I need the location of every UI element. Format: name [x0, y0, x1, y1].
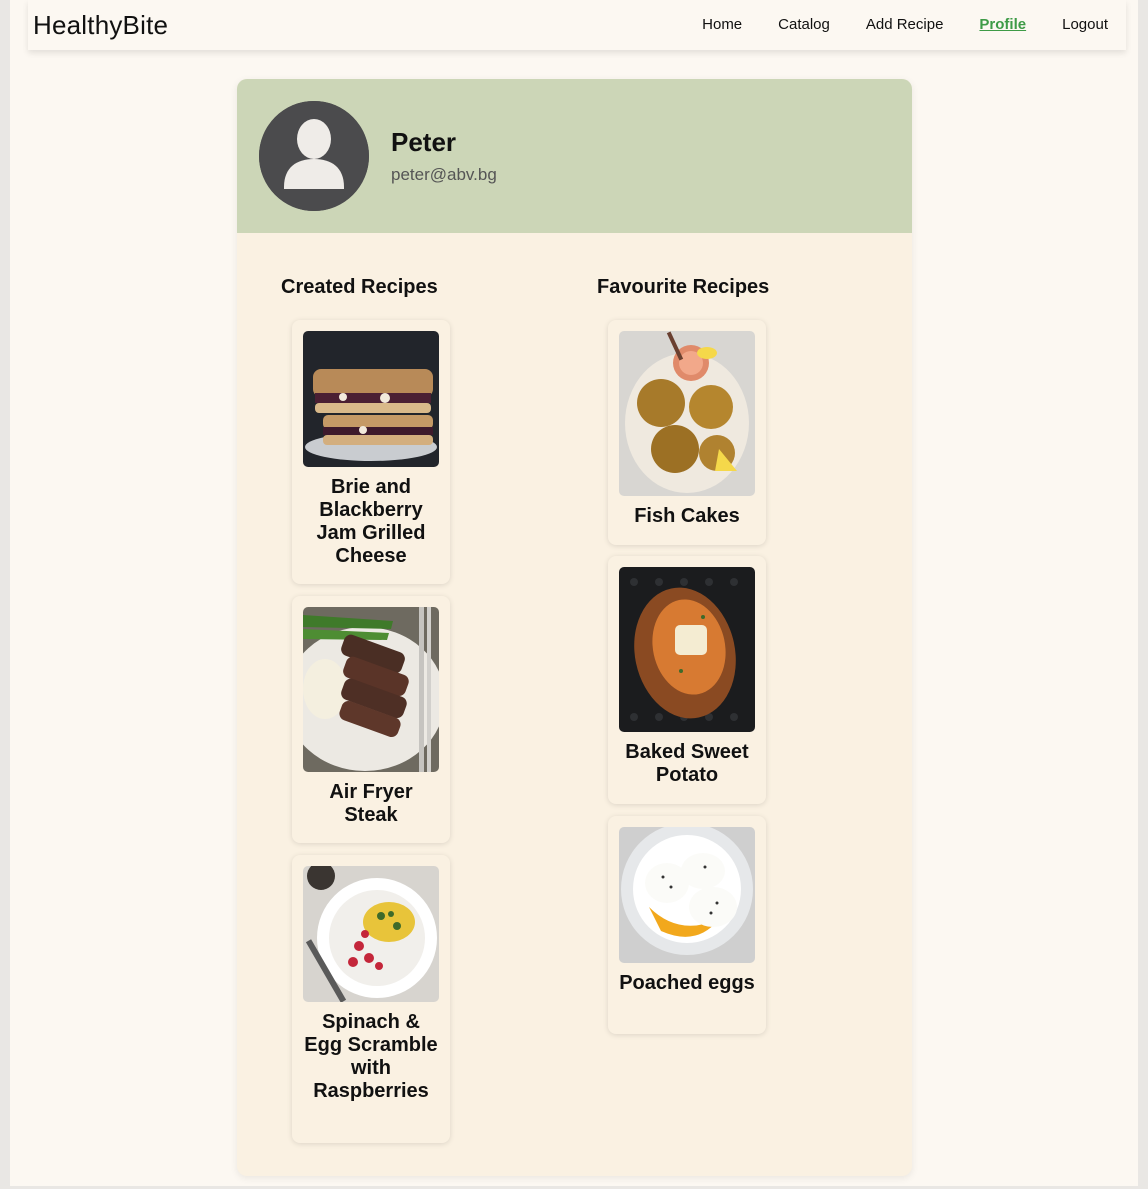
nav-logout-link[interactable]: Logout: [1062, 16, 1108, 33]
favourite-recipe-card[interactable]: Fish Cakes: [608, 320, 766, 545]
nav-profile-link[interactable]: Profile: [979, 16, 1026, 33]
nav-catalog-link[interactable]: Catalog: [778, 16, 830, 33]
created-recipe-card[interactable]: Air Fryer Steak: [292, 596, 450, 843]
baked-sweet-potato-photo: [619, 567, 755, 732]
profile-header: Peter peter@abv.bg: [237, 79, 912, 233]
recipe-title[interactable]: Poached eggs: [618, 972, 756, 995]
egg-scramble-plate-photo: [303, 866, 439, 1002]
profile-card: Peter peter@abv.bg Created Recipes Favou…: [237, 79, 912, 1176]
brand-logo[interactable]: HealthyBite: [33, 10, 168, 41]
sliced-steak-photo: [303, 607, 439, 772]
favourite-recipe-card[interactable]: Poached eggs: [608, 816, 766, 1034]
nav-home-link[interactable]: Home: [702, 16, 742, 33]
fish-cakes-photo: [619, 331, 755, 496]
avatar: [259, 101, 369, 211]
poached-eggs-photo: [619, 827, 755, 963]
page-background: HealthyBite Home Catalog Add Recipe Prof…: [10, 0, 1138, 1186]
favourite-recipes-heading: Favourite Recipes: [597, 276, 770, 298]
nav-links: Home Catalog Add Recipe Profile Logout: [684, 16, 1126, 33]
navbar: HealthyBite Home Catalog Add Recipe Prof…: [28, 0, 1126, 50]
profile-email: peter@abv.bg: [391, 165, 497, 184]
recipe-title[interactable]: Baked Sweet Potato: [618, 741, 756, 787]
recipe-title[interactable]: Fish Cakes: [618, 505, 756, 528]
nav-add-recipe-link[interactable]: Add Recipe: [866, 16, 944, 33]
grilled-cheese-sandwich-photo: [303, 331, 439, 467]
recipe-title[interactable]: Spinach & Egg Scramble with Raspberries: [302, 1011, 440, 1103]
user-silhouette-icon: [259, 101, 369, 211]
profile-name: Peter: [391, 127, 457, 157]
created-recipe-card[interactable]: Spinach & Egg Scramble with Raspberries: [292, 855, 450, 1143]
recipe-title[interactable]: Brie and Blackberry Jam Grilled Cheese: [302, 476, 440, 568]
created-recipes-heading: Created Recipes: [281, 276, 438, 298]
favourite-recipe-card[interactable]: Baked Sweet Potato: [608, 556, 766, 804]
created-recipe-card[interactable]: Brie and Blackberry Jam Grilled Cheese: [292, 320, 450, 584]
recipe-title[interactable]: Air Fryer Steak: [302, 781, 440, 827]
